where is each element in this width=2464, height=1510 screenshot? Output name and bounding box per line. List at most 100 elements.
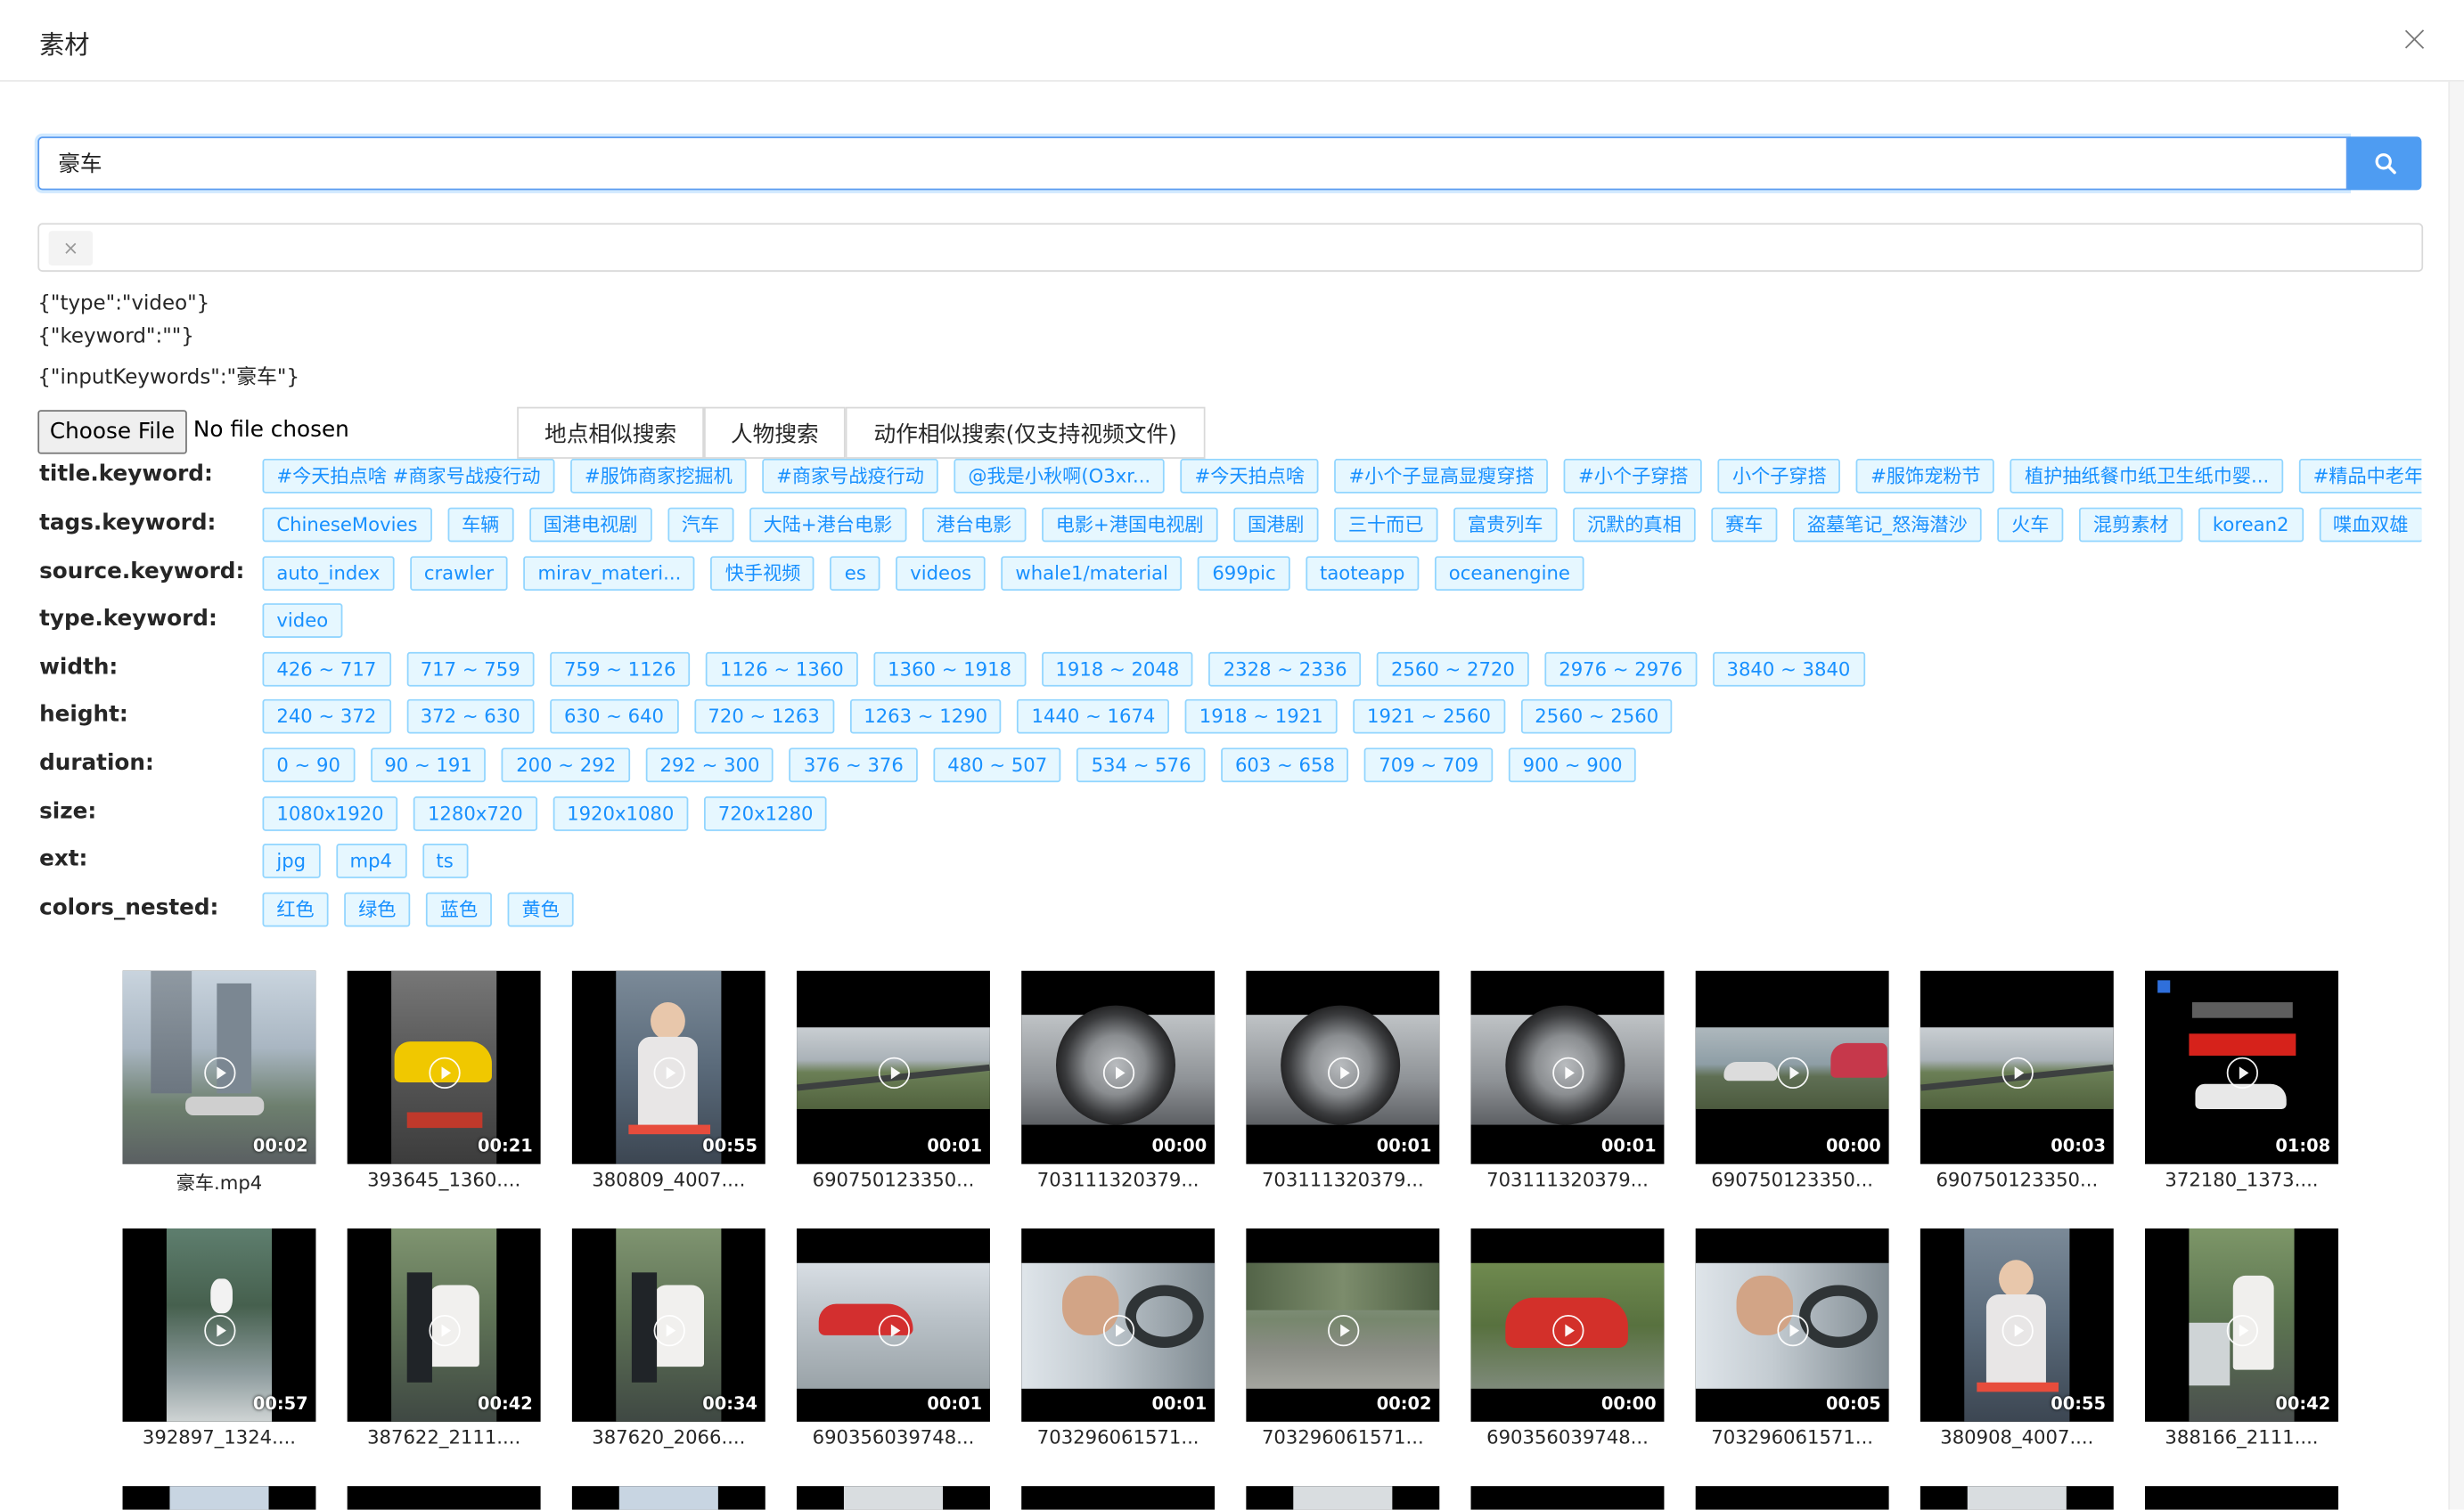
facet-tag[interactable]: 630 ~ 640 — [550, 698, 678, 734]
facet-tag[interactable]: 国港电视剧 — [528, 507, 652, 543]
facet-tag[interactable]: video — [262, 603, 343, 638]
play-icon[interactable] — [1777, 1057, 1809, 1090]
facet-tag[interactable]: 混剪素材 — [2078, 507, 2183, 543]
facet-tag[interactable]: #今天拍点啥 #商家号战疫行动 — [262, 458, 555, 494]
video-thumbnail[interactable]: 00:03 — [1920, 970, 2114, 1164]
choose-file-button[interactable]: Choose File — [37, 410, 187, 454]
facet-tag[interactable]: korean2 — [2198, 507, 2304, 543]
video-thumbnail[interactable]: 01:08 — [2145, 970, 2338, 1164]
video-thumbnail[interactable]: 00:00 — [1695, 970, 1889, 1164]
facet-tag[interactable]: 1920x1080 — [553, 796, 689, 831]
facet-tag[interactable]: 3840 ~ 3840 — [1712, 651, 1865, 687]
facet-tag[interactable]: 372 ~ 630 — [405, 698, 535, 734]
person-search-button[interactable]: 人物搜索 — [704, 406, 846, 459]
video-thumbnail[interactable]: 00:05 — [1695, 1228, 1889, 1422]
facet-tag[interactable]: #服饰宠粉节 — [1856, 458, 1995, 494]
facet-tag[interactable]: #小个子显高显瘦穿搭 — [1334, 458, 1549, 494]
facet-tag[interactable]: 小个子穿搭 — [1718, 458, 1841, 494]
facet-tag[interactable]: 富贵列车 — [1453, 507, 1558, 543]
facet-tag[interactable]: 沉默的真相 — [1573, 507, 1696, 543]
play-icon[interactable] — [204, 1314, 236, 1347]
facet-tag[interactable]: 汽车 — [667, 507, 734, 543]
facet-tag[interactable]: @我是小秋啊(O3xr... — [954, 458, 1166, 494]
play-icon[interactable] — [1552, 1314, 1584, 1347]
video-thumbnail[interactable] — [797, 1486, 990, 1510]
facet-tag[interactable]: ts — [422, 843, 468, 878]
play-icon[interactable] — [2226, 1314, 2258, 1347]
location-similar-search-button[interactable]: 地点相似搜索 — [517, 406, 705, 459]
facet-tag[interactable]: ChineseMovies — [262, 507, 432, 543]
video-thumbnail[interactable]: 00:01 — [1470, 970, 1665, 1164]
facet-tag[interactable]: 480 ~ 507 — [933, 747, 1062, 783]
facet-tag[interactable]: 900 ~ 900 — [1508, 747, 1637, 783]
video-thumbnail[interactable]: 00:55 — [1920, 1228, 2114, 1422]
video-thumbnail[interactable] — [1021, 1486, 1216, 1510]
video-thumbnail[interactable]: 00:02 — [122, 970, 316, 1164]
facet-tag[interactable]: 376 ~ 376 — [790, 747, 918, 783]
facet-tag[interactable]: 1918 ~ 2048 — [1041, 651, 1194, 687]
play-icon[interactable] — [429, 1057, 461, 1090]
facet-tag[interactable]: 720x1280 — [703, 796, 828, 831]
facet-tag[interactable]: 1440 ~ 1674 — [1017, 698, 1170, 734]
video-thumbnail[interactable]: 00:34 — [571, 1228, 765, 1422]
facet-tag[interactable]: 车辆 — [447, 507, 514, 543]
facet-tag[interactable]: mp4 — [335, 843, 406, 878]
facet-tag[interactable]: 0 ~ 90 — [262, 747, 355, 783]
video-thumbnail[interactable]: 00:01 — [1021, 1228, 1216, 1422]
clear-tag-icon[interactable]: × — [48, 231, 94, 266]
filter-select[interactable]: × — [37, 223, 2424, 273]
facet-tag[interactable]: #精品中老年女装 — [2298, 458, 2422, 494]
facet-tag[interactable]: 1918 ~ 1921 — [1184, 698, 1338, 734]
facet-tag[interactable]: 红色 — [262, 892, 329, 927]
play-icon[interactable] — [2001, 1057, 2034, 1090]
facet-tag[interactable]: 2560 ~ 2720 — [1377, 651, 1529, 687]
play-icon[interactable] — [653, 1057, 685, 1090]
facet-tag[interactable]: 2328 ~ 2336 — [1208, 651, 1362, 687]
video-thumbnail[interactable]: 00:01 — [797, 1228, 990, 1422]
play-icon[interactable] — [1102, 1057, 1135, 1090]
facet-tag[interactable]: #今天拍点啥 — [1180, 458, 1319, 494]
play-icon[interactable] — [878, 1057, 911, 1090]
facet-tag[interactable]: 港台电影 — [921, 507, 1027, 543]
scrollbar[interactable] — [2448, 81, 2464, 1510]
facet-tag[interactable]: 植护抽纸餐巾纸卫生纸巾婴... — [2010, 458, 2284, 494]
video-thumbnail[interactable]: 00:42 — [347, 1228, 541, 1422]
play-icon[interactable] — [1552, 1057, 1584, 1090]
video-thumbnail[interactable]: 00:00 — [1470, 1228, 1665, 1422]
video-thumbnail[interactable]: 00:02 — [1246, 1228, 1440, 1422]
facet-tag[interactable]: 绿色 — [344, 892, 411, 927]
play-icon[interactable] — [204, 1057, 236, 1090]
action-similar-search-button[interactable]: 动作相似搜索(仅支持视频文件) — [845, 406, 1206, 459]
facet-tag[interactable]: 200 ~ 292 — [502, 747, 631, 783]
video-thumbnail[interactable]: 00:21 — [347, 970, 541, 1164]
video-thumbnail[interactable]: 00:57 — [122, 1228, 316, 1422]
play-icon[interactable] — [2226, 1057, 2258, 1090]
search-input[interactable] — [37, 136, 2348, 191]
play-icon[interactable] — [653, 1314, 685, 1347]
facet-tag[interactable]: 603 ~ 658 — [1221, 747, 1349, 783]
play-icon[interactable] — [429, 1314, 461, 1347]
video-thumbnail[interactable]: 00:01 — [797, 970, 990, 1164]
facet-tag[interactable]: 赛车 — [1711, 507, 1778, 543]
facet-tag[interactable]: videos — [896, 556, 986, 592]
facet-tag[interactable]: 喋血双雄 — [2318, 507, 2422, 543]
facet-tag[interactable]: auto_index — [262, 556, 395, 592]
facet-tag[interactable]: 电影+港国电视剧 — [1041, 507, 1218, 543]
facet-tag[interactable]: whale1/material — [1001, 556, 1183, 592]
facet-tag[interactable]: 黄色 — [507, 892, 574, 927]
video-thumbnail[interactable] — [1470, 1486, 1665, 1510]
facet-tag[interactable]: jpg — [262, 843, 320, 878]
video-thumbnail[interactable]: 00:55 — [571, 970, 765, 1164]
facet-tag[interactable]: 国港剧 — [1233, 507, 1319, 543]
facet-tag[interactable]: 90 ~ 191 — [370, 747, 487, 783]
video-thumbnail[interactable] — [122, 1486, 316, 1510]
play-icon[interactable] — [1328, 1314, 1360, 1347]
close-icon[interactable] — [2394, 19, 2435, 60]
facet-tag[interactable]: 709 ~ 709 — [1364, 747, 1494, 783]
facet-tag[interactable]: #商家号战疫行动 — [762, 458, 938, 494]
video-thumbnail[interactable] — [1695, 1486, 1889, 1510]
facet-tag[interactable]: 1280x720 — [413, 796, 537, 831]
facet-tag[interactable]: #服饰商家挖掘机 — [570, 458, 747, 494]
facet-tag[interactable]: 盗墓笔记_怒海潜沙 — [1793, 507, 1982, 543]
facet-tag[interactable]: 534 ~ 576 — [1076, 747, 1206, 783]
